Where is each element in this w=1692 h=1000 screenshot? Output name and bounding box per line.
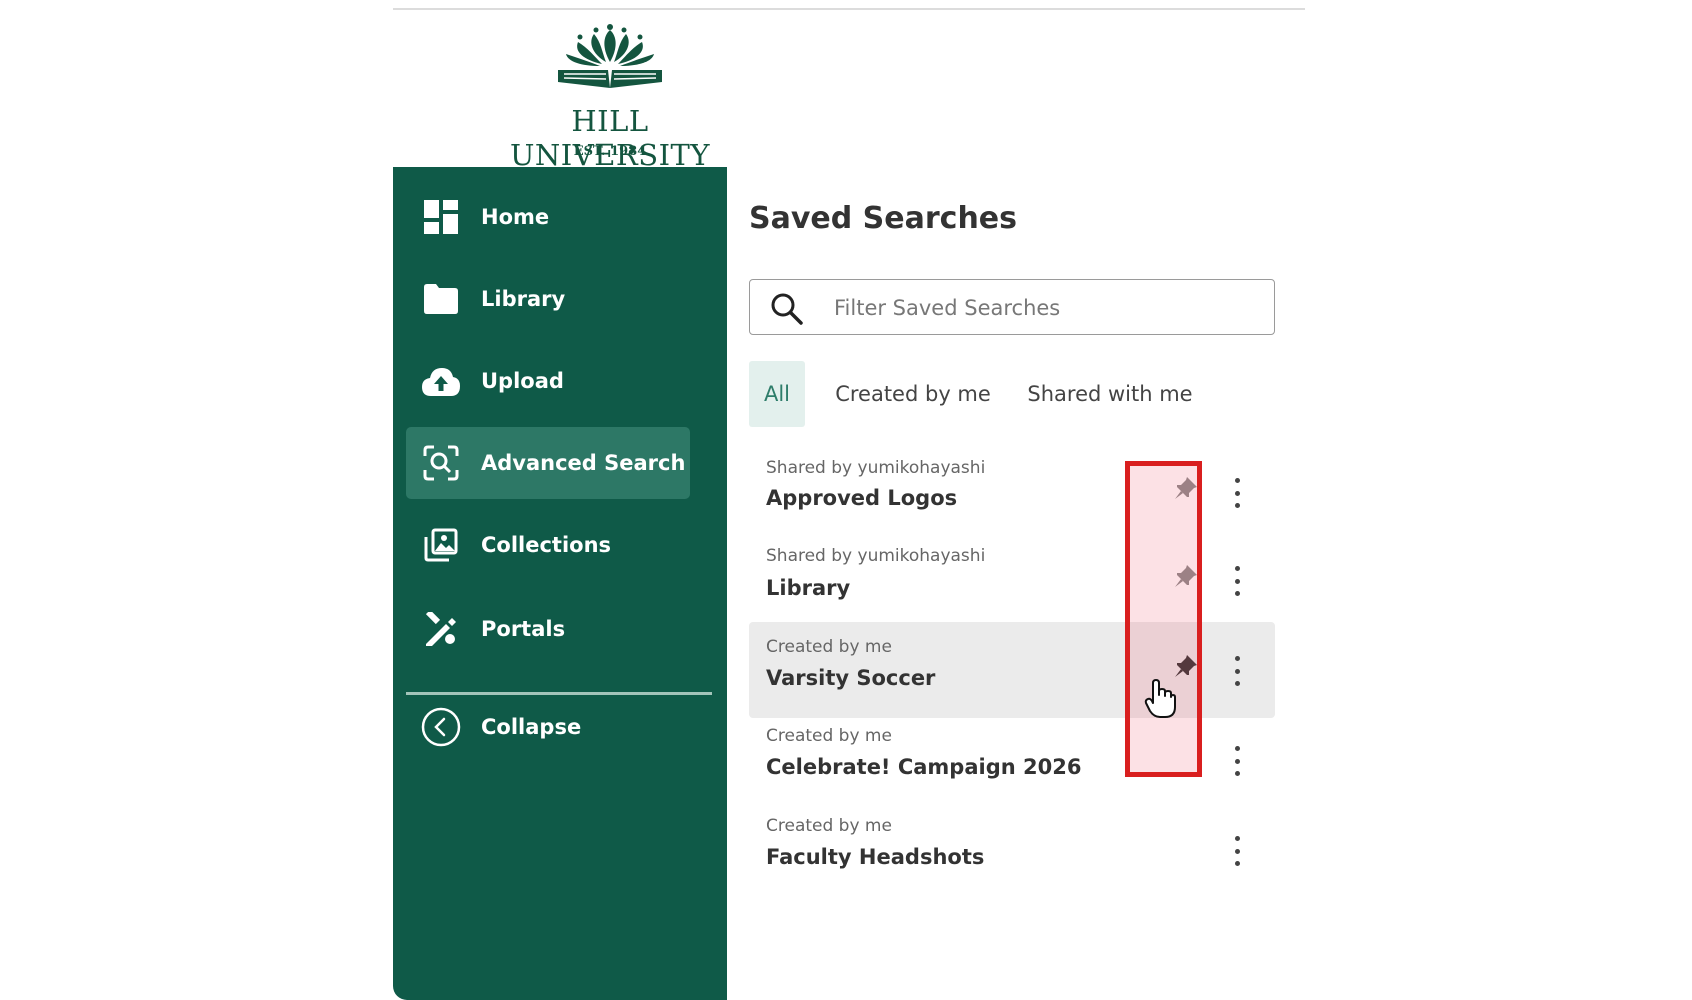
saved-searches-panel: Saved Searches All Created by me Shared … (727, 167, 1305, 1000)
dashboard-icon (421, 197, 461, 237)
pin-icon[interactable] (1173, 475, 1199, 501)
sidebar-item-collections[interactable]: Collections (406, 509, 690, 581)
header: HILL UNIVERSITY EST. 1984 (393, 10, 1305, 172)
collections-icon (421, 525, 461, 565)
chevron-left-icon (421, 707, 461, 747)
saved-search-row[interactable]: Created by me Celebrate! Campaign 2026 (749, 712, 1275, 808)
portals-icon (421, 609, 461, 649)
university-established: EST. 1984 (573, 144, 647, 159)
page-title: Saved Searches (749, 201, 1018, 236)
saved-search-name[interactable]: Faculty Headshots (766, 845, 984, 869)
more-options-icon[interactable] (1229, 478, 1245, 508)
saved-search-name[interactable]: Varsity Soccer (766, 666, 935, 690)
saved-search-source: Created by me (766, 637, 892, 657)
pin-icon[interactable] (1173, 563, 1199, 589)
search-input[interactable] (832, 290, 1256, 326)
scan-search-icon (421, 443, 461, 483)
app-window: HILL UNIVERSITY EST. 1984 Home Library U… (393, 8, 1305, 1000)
filter-search-box[interactable] (749, 279, 1275, 335)
sidebar-item-label: Portals (481, 617, 566, 641)
sidebar: Home Library Upload Advanced Search Coll… (393, 167, 727, 1000)
tab-created-by-me[interactable]: Created by me (827, 361, 999, 427)
sidebar-item-upload[interactable]: Upload (406, 345, 690, 417)
sidebar-item-library[interactable]: Library (406, 263, 690, 335)
saved-search-name[interactable]: Celebrate! Campaign 2026 (766, 755, 1081, 779)
sidebar-item-advanced-search[interactable]: Advanced Search (406, 427, 690, 499)
sidebar-item-label: Library (481, 287, 566, 311)
sidebar-collapse-label: Collapse (481, 715, 582, 739)
saved-search-source: Shared by yumikohayashi (766, 458, 986, 478)
more-options-icon[interactable] (1229, 566, 1245, 596)
tab-all[interactable]: All (749, 361, 805, 427)
saved-search-row[interactable]: Created by me Faculty Headshots (749, 801, 1275, 897)
folder-icon (421, 279, 461, 319)
tree-book-logo-icon (558, 24, 662, 88)
saved-search-name[interactable]: Library (766, 576, 850, 600)
cloud-upload-icon (421, 361, 461, 401)
saved-search-row[interactable]: Shared by yumikohayashi Approved Logos (749, 445, 1275, 541)
more-options-icon[interactable] (1229, 656, 1245, 686)
sidebar-item-label: Upload (481, 369, 564, 393)
more-options-icon[interactable] (1229, 746, 1245, 776)
saved-search-row-hovered[interactable]: Created by me Varsity Soccer (749, 622, 1275, 718)
sidebar-item-home[interactable]: Home (406, 181, 690, 253)
saved-search-source: Shared by yumikohayashi (766, 546, 986, 566)
sidebar-item-label: Advanced Search (481, 451, 686, 475)
more-options-icon[interactable] (1229, 836, 1245, 866)
search-icon (770, 292, 804, 330)
sidebar-collapse[interactable]: Collapse (406, 691, 690, 763)
university-name: HILL UNIVERSITY (509, 104, 711, 172)
sidebar-item-label: Home (481, 205, 550, 229)
pin-icon[interactable] (1173, 653, 1199, 679)
saved-search-source: Created by me (766, 726, 892, 746)
university-logo[interactable]: HILL UNIVERSITY EST. 1984 (475, 22, 745, 172)
tab-shared-with-me[interactable]: Shared with me (1021, 361, 1199, 427)
saved-search-row[interactable]: Shared by yumikohayashi Library (749, 533, 1275, 629)
sidebar-item-label: Collections (481, 533, 612, 557)
sidebar-item-portals[interactable]: Portals (406, 593, 690, 665)
saved-search-name[interactable]: Approved Logos (766, 486, 957, 510)
saved-search-source: Created by me (766, 816, 892, 836)
